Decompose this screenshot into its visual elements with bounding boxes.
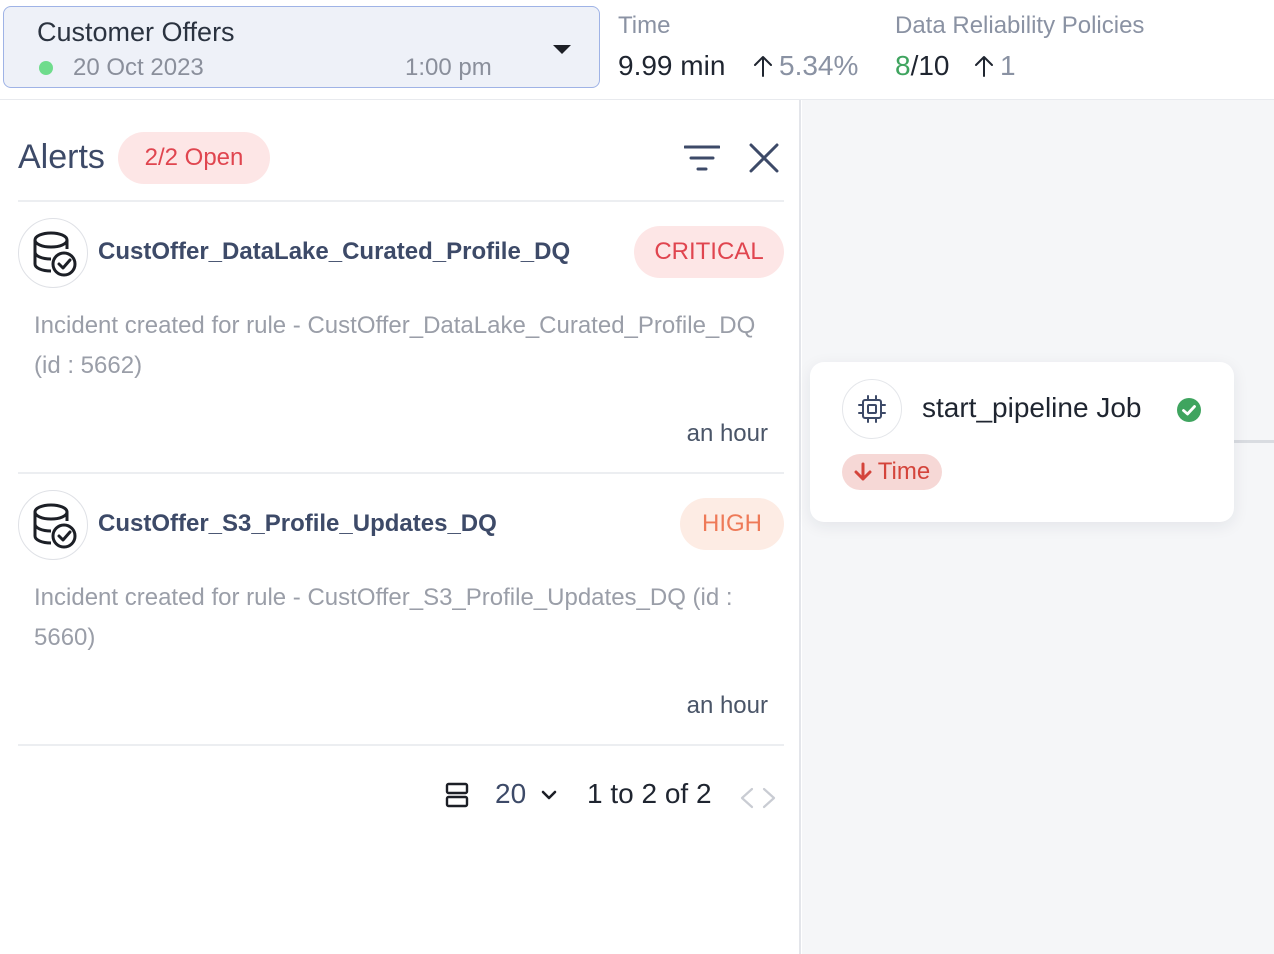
check-circle-icon [1177,398,1201,422]
alert-name: CustOffer_DataLake_Curated_Profile_DQ [98,238,571,265]
database-check-icon [18,218,88,288]
alert-description: Incident created for rule - CustOffer_S3… [34,584,733,651]
pagination: 20 1 to 2 of 2 [0,776,800,816]
time-metric-value: 9.99 min [618,50,726,81]
pipeline-canvas[interactable] [802,100,1274,954]
chevron-right-icon[interactable] [760,786,778,810]
alerts-panel: Alerts 2/2 Open CustOffer_DataLake_Curat… [0,100,801,954]
alert-time: an hour [686,692,768,719]
rows-icon [445,782,469,808]
alert-description: Incident created for rule - CustOffer_Da… [34,312,756,379]
filter-icon[interactable] [684,144,720,172]
alert-item[interactable]: CustOffer_DataLake_Curated_Profile_DQ CR… [18,202,784,472]
page-range: 1 to 2 of 2 [587,778,712,809]
reliability-metric-value: 8/10 [895,50,950,82]
pipeline-date: 20 Oct 2023 [73,54,204,81]
database-check-icon [18,490,88,560]
severity-badge: HIGH [680,498,784,550]
arrow-up-icon [754,56,772,77]
chevron-down-icon[interactable] [540,786,558,804]
alert-item[interactable]: CustOffer_S3_Profile_Updates_DQ HIGH Inc… [18,474,784,744]
caret-down-icon[interactable] [553,45,571,54]
divider [18,744,784,746]
job-node[interactable]: start_pipeline Job Time [810,362,1234,522]
alert-time: an hour [686,420,768,447]
reliability-metric-label: Data Reliability Policies [895,12,1145,39]
time-metric-delta: 5.34% [753,50,858,82]
page-size-select[interactable]: 20 [495,778,526,810]
time-tag: Time [842,454,942,490]
pipeline-time: 1:00 pm [405,54,492,81]
pipeline-name: Customer Offers [37,17,235,47]
severity-badge: CRITICAL [634,226,784,278]
graph-edge [1234,440,1274,443]
reliability-metric-delta-value: 1 [1000,50,1016,81]
time-metric-delta-value: 5.34% [779,50,859,81]
alerts-title: Alerts [18,138,105,176]
status-dot-icon [39,61,53,75]
reliability-total: /10 [910,50,950,81]
reliability-metric-delta: 1 [974,50,1016,82]
reliability-passed: 8 [895,50,911,81]
arrow-down-icon [854,462,872,481]
chevron-left-icon[interactable] [738,786,756,810]
arrow-up-icon [975,56,993,77]
pipeline-selector[interactable]: Customer Offers 20 Oct 2023 1:00 pm [3,6,600,88]
cpu-chip-icon [842,379,902,439]
time-metric-label: Time [618,12,671,39]
open-count-badge: 2/2 Open [118,132,270,184]
close-icon[interactable] [748,142,780,174]
job-name: start_pipeline Job [922,392,1142,423]
top-bar: Customer Offers 20 Oct 2023 1:00 pm Time… [0,0,1274,100]
time-tag-label: Time [877,458,931,485]
alert-name: CustOffer_S3_Profile_Updates_DQ [98,510,497,537]
